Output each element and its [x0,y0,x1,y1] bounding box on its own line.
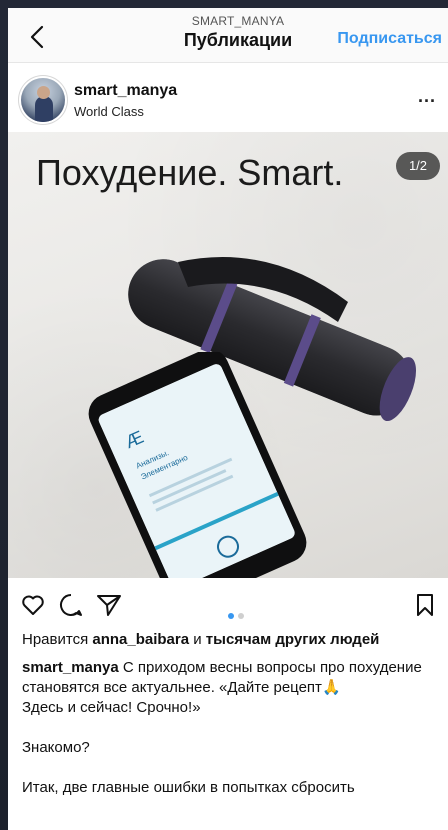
emoji-praying-hands: 🙏 [321,679,341,696]
subscribe-button[interactable]: Подписаться [337,30,442,48]
carousel-counter: 1/2 [396,152,440,180]
device-frame: SMART_MANYA Публикации Подписаться smart… [0,0,448,830]
location[interactable]: World Class [74,104,144,119]
caption-text-3: Знакомо? [22,739,90,756]
likes-rest[interactable]: тысячам других людей [206,631,380,648]
comment-icon [60,594,82,616]
caption: smart_manya С приходом весны вопросы про… [22,658,432,798]
top-bar: SMART_MANYA Публикации Подписаться [8,8,448,63]
bookmark-button[interactable] [412,592,438,618]
photo-overlay-text: Похудение. Smart. [36,152,344,193]
share-button[interactable] [96,592,122,618]
account-name: SMART_MANYA [191,14,285,28]
heart-icon [22,595,44,615]
phone-image: Æ Анализы. Элементарно [88,352,307,578]
more-options-button[interactable]: ... [418,86,436,107]
likes-prefix: Нравится [22,631,93,648]
bookmark-icon [417,594,433,616]
carousel-indicator [226,606,246,624]
caption-line-1: smart_manya С приходом весны вопросы про… [22,658,432,698]
like-button[interactable] [20,592,46,618]
post-photo[interactable]: Похудение. Smart. 1/2 Æ Анализы. Элемент… [8,132,448,578]
carousel-dot-active [228,613,234,619]
post-actions [8,578,448,632]
screen: SMART_MANYA Публикации Подписаться smart… [8,8,448,830]
back-button[interactable] [26,22,48,52]
likes-user[interactable]: anna_baibara [92,631,189,648]
share-icon [97,595,121,616]
post-header: smart_manya World Class ... [8,64,448,132]
avatar[interactable] [21,78,65,122]
back-icon [30,25,44,49]
page-title: Публикации [183,30,293,50]
comment-button[interactable] [58,592,84,618]
carousel-dot [238,613,244,619]
header-titles: SMART_MANYA Публикации [158,14,318,51]
caption-author[interactable]: smart_manya [22,659,119,676]
likes-middle: и [189,631,206,648]
caption-text-2: Здесь и сейчас! Срочно!» [22,699,201,716]
caption-text-4: Итак, две главные ошибки в попытках сбро… [22,779,355,796]
likes-line: Нравится anna_baibara и тысячам других л… [22,631,442,648]
username[interactable]: smart_manya [74,82,177,100]
